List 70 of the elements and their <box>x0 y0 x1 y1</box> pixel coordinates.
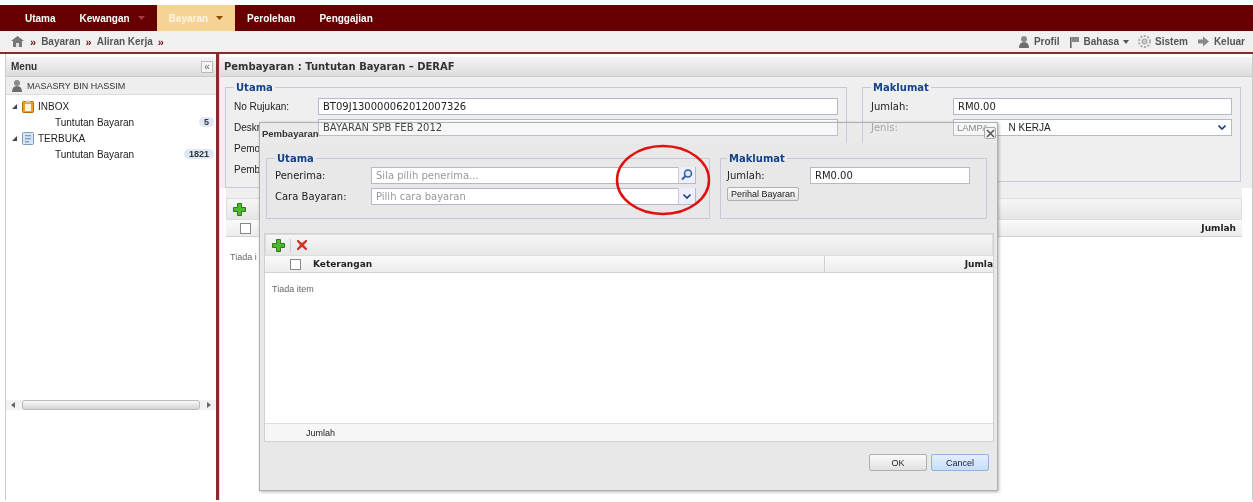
column-header[interactable]: Jumla <box>825 259 993 269</box>
expander-icon[interactable] <box>11 102 18 110</box>
tree-item[interactable]: INBOX <box>38 100 70 112</box>
dialog-title: Pembayaran <box>262 127 319 139</box>
details-button[interactable]: Perihal Bayaran <box>727 187 800 201</box>
search-icon[interactable] <box>678 167 695 183</box>
tree-item[interactable]: TERBUKA <box>38 132 86 144</box>
breadcrumb-link[interactable]: Aliran Kerja <box>96 36 153 47</box>
field-label: Jumlah: <box>871 100 910 112</box>
user-icon <box>1017 35 1030 48</box>
dialog-button[interactable]: OK <box>869 454 927 471</box>
panel-title: Pembayaran : Tuntutan Bayaran – DERAF <box>224 61 455 72</box>
arrow-right-icon <box>1196 36 1210 47</box>
empty-message: Tiada i <box>230 252 257 262</box>
nav-tab[interactable]: Kewangan <box>67 5 157 31</box>
toolbar-link[interactable]: Keluar <box>1196 36 1245 47</box>
gear-icon <box>1138 35 1152 48</box>
nav-tab[interactable]: Perolehan <box>235 5 308 31</box>
count-badge: 5 <box>199 117 214 127</box>
field-label: Jumlah: <box>727 169 766 181</box>
user-name: MASASRY BIN HASSIM <box>27 80 126 91</box>
breadcrumb-link[interactable]: Bayaran <box>41 36 81 47</box>
delete-icon[interactable] <box>296 239 308 251</box>
input-field[interactable]: RM0.00 <box>953 97 1232 115</box>
horizontal-scrollbar[interactable] <box>6 400 216 410</box>
add-icon[interactable] <box>272 238 285 252</box>
expander-icon[interactable] <box>11 134 18 142</box>
breadcrumb-separator: » <box>157 35 164 48</box>
field-label: Cara Bayaran: <box>275 190 348 202</box>
group-legend: Maklumat <box>727 153 787 164</box>
add-icon[interactable] <box>233 202 246 216</box>
field-label: Deskr <box>234 121 262 133</box>
input-field[interactable]: BT09J130000062012007326 <box>318 97 838 115</box>
toolbar-link[interactable]: Sistem <box>1138 35 1188 48</box>
document-icon <box>22 131 34 145</box>
column-header[interactable]: Jumlah <box>1195 223 1242 233</box>
field-label: Jenis: <box>871 121 899 133</box>
group-legend: Utama <box>275 153 316 164</box>
collapse-button[interactable]: « <box>201 60 213 73</box>
clipboard-icon <box>22 99 34 113</box>
nav-tab[interactable]: Penggajian <box>307 5 385 31</box>
checkbox[interactable] <box>290 258 301 270</box>
user-icon <box>11 79 23 92</box>
nav-tab[interactable]: Utama <box>13 5 68 31</box>
toolbar-link[interactable]: Bahasa <box>1068 35 1130 48</box>
field-label: Penerima: <box>275 169 327 181</box>
checkbox[interactable] <box>240 222 251 234</box>
empty-message: Tiada item <box>272 284 314 294</box>
breadcrumb-separator: » <box>30 35 37 48</box>
group-legend: Utama <box>234 82 275 93</box>
toolbar-link[interactable]: Profil <box>1017 35 1060 48</box>
group-legend: Maklumat <box>871 82 931 93</box>
column-header[interactable]: Keterangan <box>307 256 825 272</box>
footer-label: Jumlah <box>306 427 335 438</box>
dialog-button[interactable]: Cancel <box>931 454 989 471</box>
home-icon[interactable] <box>10 35 25 48</box>
chevron-down-icon[interactable] <box>678 188 695 204</box>
field-label: Pemo <box>234 142 262 154</box>
panel-title: Menu <box>11 61 38 72</box>
field-label: No Rujukan: <box>234 100 291 112</box>
chevron-down-icon <box>1218 124 1226 130</box>
flag-icon <box>1068 35 1080 48</box>
count-badge: 1821 <box>183 149 214 159</box>
breadcrumb-separator: » <box>85 35 92 48</box>
input-field[interactable]: RM0.00 <box>810 166 970 184</box>
scroll-right-icon[interactable] <box>206 402 211 408</box>
scroll-left-icon[interactable] <box>11 402 16 408</box>
select-field[interactable]: LAMPA N KERJA <box>953 118 1232 136</box>
tree-item[interactable]: Tuntutan Bayaran <box>55 148 135 160</box>
tree-item[interactable]: Tuntutan Bayaran <box>55 116 135 128</box>
